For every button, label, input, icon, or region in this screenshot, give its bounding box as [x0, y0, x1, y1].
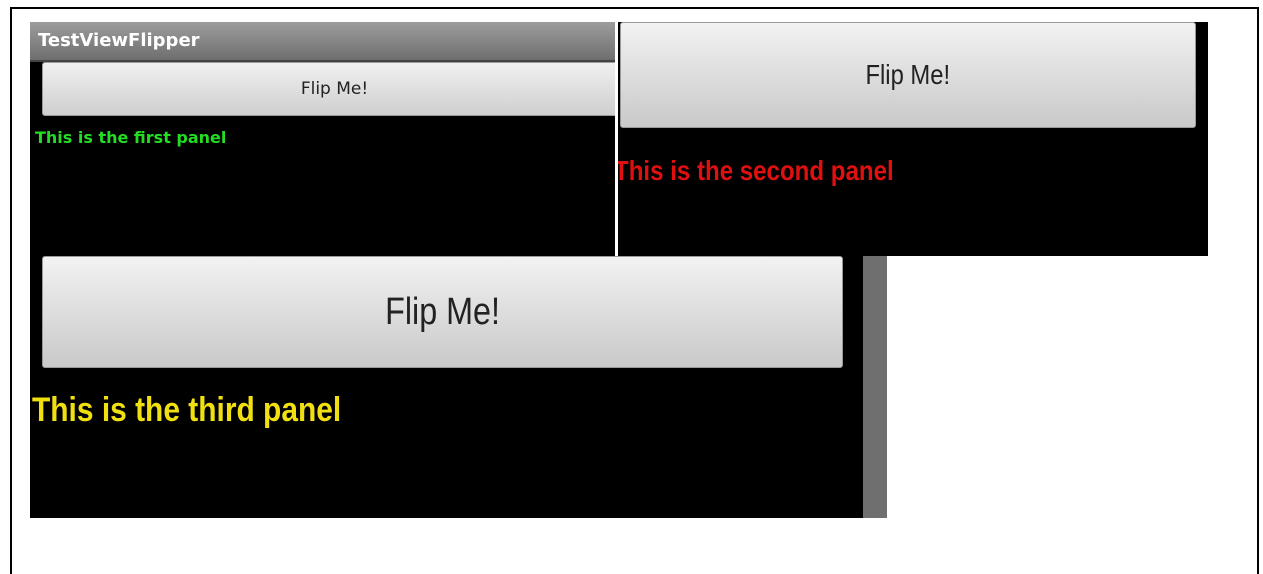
third-panel-text: This is the third panel: [32, 391, 342, 429]
flip-me-button[interactable]: Flip Me!: [42, 62, 615, 116]
first-panel-text: This is the first panel: [35, 128, 227, 147]
flip-me-button-label: Flip Me!: [865, 59, 951, 90]
second-panel-text: This is the second panel: [618, 155, 894, 186]
scrollbar[interactable]: [863, 256, 887, 518]
flip-me-button-label: Flip Me!: [300, 79, 369, 99]
flip-me-button[interactable]: Flip Me!: [42, 256, 843, 368]
app-title: TestViewFlipper: [38, 30, 200, 51]
screenshot-first-panel: TestViewFlipper Flip Me! This is the fir…: [30, 22, 615, 256]
screenshot-third-panel: Flip Me! This is the third panel: [30, 256, 887, 518]
app-title-bar: TestViewFlipper: [30, 22, 615, 62]
flip-me-button-label: Flip Me!: [385, 290, 500, 333]
screenshot-second-panel: Flip Me! This is the second panel: [618, 22, 1208, 256]
flip-me-button[interactable]: Flip Me!: [620, 22, 1196, 128]
